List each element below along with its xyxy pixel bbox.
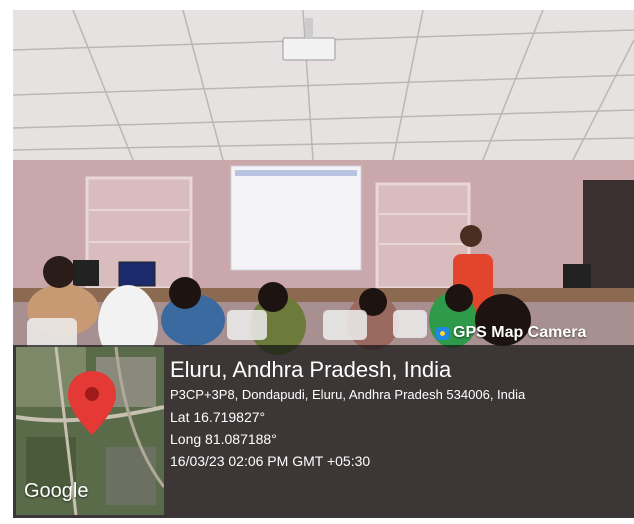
location-title: Eluru, Andhra Pradesh, India (170, 357, 452, 382)
timestamp: 16/03/23 02:06 PM GMT +05:30 (170, 453, 371, 469)
latitude: Lat 16.719827° (170, 409, 266, 425)
address-line: P3CP+3P8, Dondapudi, Eluru, Andhra Prade… (170, 387, 526, 402)
camera-icon (436, 326, 449, 340)
longitude: Long 81.087188° (170, 431, 277, 447)
google-logo-text: Google (24, 480, 89, 502)
location-details: Eluru, Andhra Pradesh, India P3CP+3P8, D… (170, 356, 525, 472)
camera-label: GPS Map Camera (453, 324, 587, 341)
gps-camera-tag: GPS Map Camera (436, 324, 586, 342)
